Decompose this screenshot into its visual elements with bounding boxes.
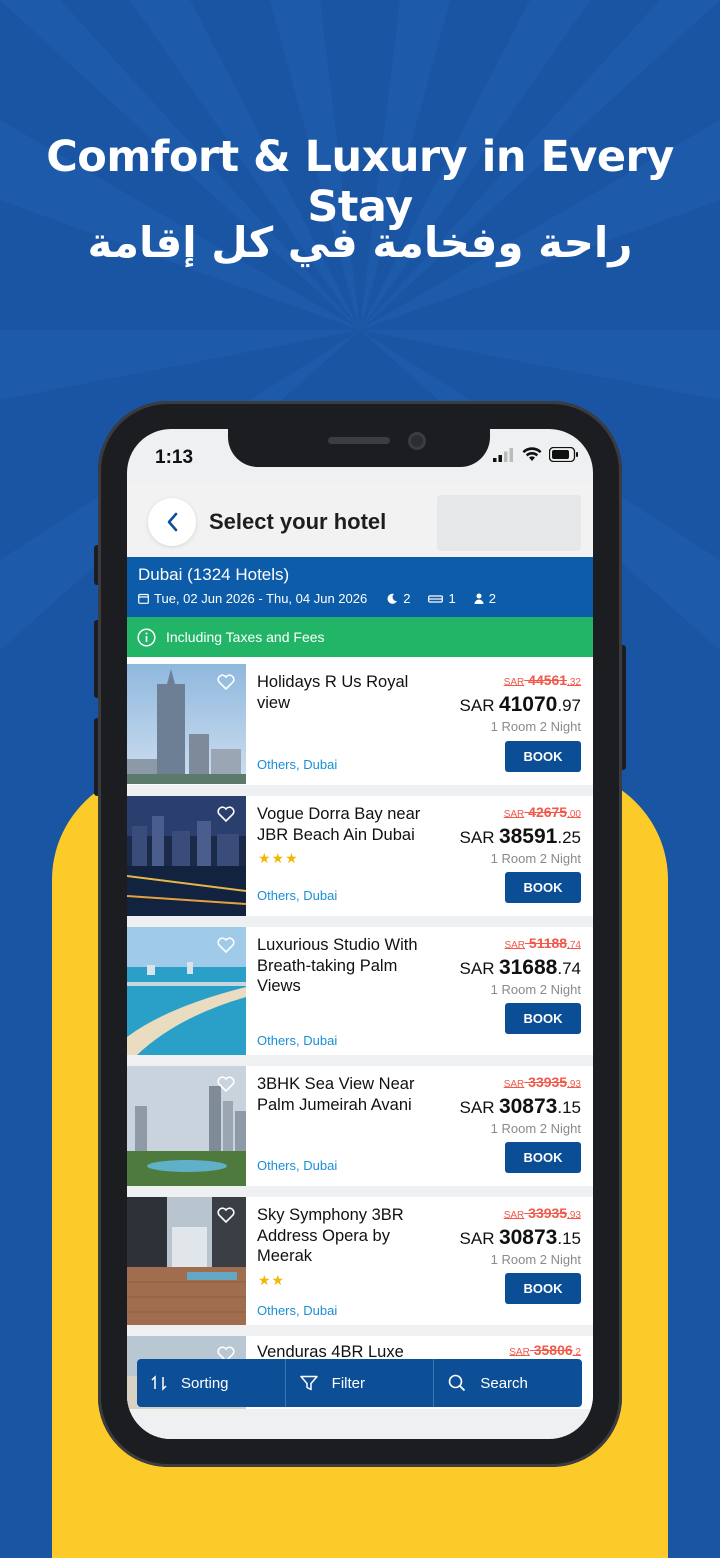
nights-count: 2 [403,591,411,606]
hotel-location: Others, Dubai [257,888,338,903]
current-price: SAR 30873.15 [459,1095,581,1118]
status-time: 1:13 [155,447,194,468]
hotel-image [127,796,246,916]
promo-title-english: Comfort & Luxury in Every Stay [46,132,674,232]
hotel-name: Holidays R Us Royal view [257,673,409,712]
hotel-card[interactable]: Vogue Dorra Bay near JBR Beach Ain Dubai… [127,796,593,916]
battery-icon [549,447,578,462]
book-button[interactable]: BOOK [505,872,581,903]
sorting-button[interactable]: Sorting [137,1359,286,1407]
signal-icon [493,447,513,462]
hotel-location: Others, Dubai [257,757,338,772]
old-price: SAR 51188.74 [504,935,581,951]
old-price: SAR 33935.93 [503,1205,581,1221]
stay-details: 1 Room 2 Night [490,1121,581,1136]
hotel-card[interactable]: 3BHK Sea View Near Palm Jumeirah Avani O… [127,1066,593,1186]
bottom-action-bar: Sorting Filter Search [137,1359,582,1407]
hotel-name: Luxurious Studio With Breath-taking Palm… [257,936,418,995]
rooms-count: 1 [448,591,456,606]
date-range: Tue, 02 Jun 2026 - Thu, 04 Jun 2026 [154,591,368,606]
bed-icon [428,594,444,603]
hotel-location: Others, Dubai [257,1158,338,1173]
hotel-image [127,664,246,784]
stay-details: 1 Room 2 Night [490,982,581,997]
guests-count: 2 [488,591,496,606]
star-rating: ★★★ [258,850,299,866]
status-icons [493,447,579,462]
city-hotel-count: Dubai (1324 Hotels) [138,565,290,584]
current-price: SAR 31688.74 [459,956,581,979]
home-indicator-area [127,1409,593,1439]
hotel-card[interactable]: Holidays R Us Royal view Others, Dubai S… [127,657,593,785]
tax-notice: Including Taxes and Fees [127,617,593,657]
favorite-heart-icon[interactable] [217,1207,235,1223]
book-button[interactable]: BOOK [505,1142,581,1173]
sorting-label: Sorting [181,1374,229,1392]
old-price: SAR 44561.32 [503,672,581,688]
current-price: SAR 38591.25 [459,825,581,848]
hotel-card[interactable]: Sky Symphony 3BR Address Opera by Meerak… [127,1197,593,1325]
old-price: SAR 33935.93 [503,1074,581,1090]
hotel-location: Others, Dubai [257,1303,338,1318]
book-button[interactable]: BOOK [505,1003,581,1034]
book-button[interactable]: BOOK [505,1273,581,1304]
app-header: Select your hotel [127,483,593,557]
star-rating: ★★ [258,1272,286,1288]
search-meta: Tue, 02 Jun 2026 - Thu, 04 Jun 2026 2 1 … [138,591,496,606]
search-button[interactable]: Search [434,1359,582,1407]
wifi-icon [522,447,542,461]
chevron-left-icon [167,512,178,532]
tax-notice-text: Including Taxes and Fees [166,629,325,645]
sort-icon [151,1375,167,1391]
filter-button[interactable]: Filter [286,1359,435,1407]
stay-details: 1 Room 2 Night [490,1252,581,1267]
old-price: SAR 42675.00 [503,804,581,820]
book-button[interactable]: BOOK [505,741,581,772]
old-price: SAR 35806.2 [509,1342,581,1358]
hotel-name: 3BHK Sea View Near Palm Jumeirah Avani [257,1075,415,1114]
stay-details: 1 Room 2 Night [490,719,581,734]
stay-details: 1 Room 2 Night [490,851,581,866]
hotel-name: Sky Symphony 3BR Address Opera by Meerak [257,1206,404,1265]
favorite-heart-icon[interactable] [217,674,235,690]
header-placeholder [437,495,581,551]
current-price: SAR 30873.15 [459,1226,581,1249]
hotel-card[interactable]: Luxurious Studio With Breath-taking Palm… [127,927,593,1055]
back-button[interactable] [148,498,196,546]
favorite-heart-icon[interactable] [217,806,235,822]
search-icon [449,1374,466,1392]
phone-screen: 1:13 Select your hotel Dubai (1324 Hotel… [127,429,593,1439]
front-camera [408,432,426,450]
speaker [328,437,390,444]
current-price: SAR 41070.97 [459,693,581,716]
info-icon [137,627,156,647]
search-summary[interactable]: Dubai (1324 Hotels) Tue, 02 Jun 2026 - T… [127,557,593,617]
person-icon [474,593,484,604]
moon-icon [387,593,398,604]
hotel-image [127,1197,246,1325]
promo-title-arabic: راحة وفخامة في كل إقامة [87,218,633,267]
favorite-heart-icon[interactable] [217,937,235,953]
filter-label: Filter [331,1374,366,1392]
filter-icon [299,1375,318,1391]
hotel-location: Others, Dubai [257,1033,338,1048]
hotel-image [127,1066,246,1186]
page-title: Select your hotel [209,509,387,534]
hotel-name: Vogue Dorra Bay near JBR Beach Ain Dubai [257,805,421,844]
notch [228,429,490,467]
calendar-icon [138,593,149,604]
favorite-heart-icon[interactable] [217,1076,235,1092]
search-label: Search [480,1374,528,1392]
hotel-image [127,927,246,1055]
